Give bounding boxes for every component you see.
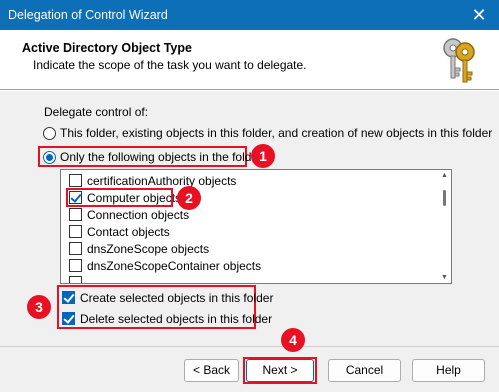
list-item[interactable]: Contact objects [69, 223, 170, 240]
help-button[interactable]: Help [412, 359, 485, 382]
list-item[interactable]: dnsZoneScope objects [69, 240, 209, 257]
list-item[interactable]: certificationAuthority objects [69, 172, 236, 189]
radio-label: This folder, existing objects in this fo… [60, 126, 493, 140]
delegate-label: Delegate control of: [44, 105, 149, 119]
checkbox[interactable] [69, 242, 82, 255]
checkbox[interactable] [69, 174, 82, 187]
list-scrollbar[interactable]: ▲ ▼ [439, 170, 451, 283]
scroll-thumb[interactable] [443, 190, 446, 206]
scroll-up-icon[interactable]: ▲ [441, 172, 448, 179]
checkbox[interactable] [69, 259, 82, 272]
annotation-badge-2: 2 [177, 186, 201, 210]
list-item[interactable]: Connection objects [69, 206, 189, 223]
next-button[interactable]: Next > [246, 359, 314, 382]
list-item-partial[interactable] [69, 274, 87, 283]
delete-label: Delete selected objects in this folder [80, 311, 273, 326]
title-bar: Delegation of Control Wizard ✕ [0, 0, 499, 30]
radio-label: Only the following objects in the folder… [60, 150, 266, 164]
radio-only-following[interactable]: Only the following objects in the folder… [43, 150, 265, 164]
highlight-box-2 [66, 188, 173, 207]
create-label: Create selected objects in this folder [80, 290, 274, 305]
radio-button-selected[interactable] [43, 150, 56, 164]
object-type-list[interactable]: certificationAuthority objects Computer … [60, 169, 452, 284]
list-item-label: certificationAuthority objects [87, 173, 237, 188]
annotation-badge-3: 3 [27, 295, 51, 319]
cancel-button[interactable]: Cancel [328, 359, 401, 382]
annotation-badge-4: 4 [281, 328, 305, 352]
checkbox-checked[interactable] [62, 291, 75, 304]
page-title: Active Directory Object Type [22, 41, 192, 55]
close-icon[interactable]: ✕ [459, 0, 499, 30]
list-item[interactable]: dnsZoneScopeContainer objects [69, 257, 261, 274]
delete-checkbox-row[interactable]: Delete selected objects in this folder [62, 310, 272, 327]
wizard-content: Delegate control of: This folder, existi… [0, 91, 499, 392]
wizard-header: Active Directory Object Type Indicate th… [0, 30, 499, 90]
annotation-badge-1: 1 [251, 144, 275, 168]
list-item-label: dnsZoneScopeContainer objects [87, 258, 262, 273]
radio-button[interactable] [43, 126, 56, 140]
list-item-label: Contact objects [87, 224, 170, 239]
checkbox[interactable] [69, 208, 82, 221]
checkbox-checked[interactable] [62, 312, 75, 325]
window-title: Delegation of Control Wizard [8, 8, 168, 22]
checkbox[interactable] [69, 276, 82, 283]
list-item-label: Connection objects [87, 207, 190, 222]
radio-this-folder[interactable]: This folder, existing objects in this fo… [43, 126, 492, 140]
checkbox[interactable] [69, 225, 82, 238]
footer-divider [0, 346, 499, 347]
list-item-label: dnsZoneScope objects [87, 241, 210, 256]
create-checkbox-row[interactable]: Create selected objects in this folder [62, 289, 273, 306]
keys-icon [443, 38, 475, 83]
page-subtitle: Indicate the scope of the task you want … [33, 58, 307, 72]
scroll-down-icon[interactable]: ▼ [441, 274, 448, 281]
back-button[interactable]: < Back [184, 359, 239, 382]
